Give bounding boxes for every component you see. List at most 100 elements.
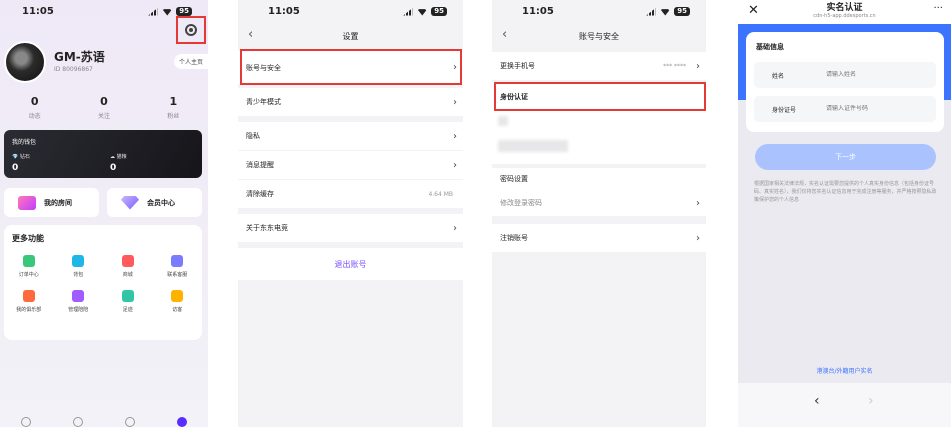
name-input[interactable] xyxy=(826,71,926,78)
stat-fans[interactable]: 1 粉丝 xyxy=(167,95,179,120)
status-time: 11:05 xyxy=(522,6,554,17)
chevron-right-icon: › xyxy=(453,130,457,142)
wifi-icon xyxy=(417,9,428,16)
function-icon xyxy=(72,290,85,302)
row-label: 注销账号 xyxy=(500,234,528,242)
function-item[interactable]: 商城 xyxy=(103,255,153,278)
my-room-label: 我的房间 xyxy=(44,198,72,207)
settings-row-clear-cache[interactable]: 清除缓存 4.64 MB xyxy=(238,180,463,208)
status-time: 11:05 xyxy=(268,6,300,17)
settings-row-about[interactable]: 关于东东电竞 › xyxy=(238,214,463,242)
bottom-tab-bar xyxy=(0,417,208,427)
avatar[interactable] xyxy=(4,41,46,83)
room-icon xyxy=(18,195,36,210)
functions-grid: 订单中心 背包 商城 联系客服我的俱乐部 管理陪陪 足迹 访客 xyxy=(4,255,202,313)
row-label: 关于东东电竞 xyxy=(246,224,288,232)
hk-foreign-link[interactable]: 港澳台/外籍用户实名 xyxy=(738,366,951,375)
back-icon[interactable]: ‹ xyxy=(814,393,820,409)
account-security-screen: 11:05 95 ‹ 账号与安全 更换手机号 *** **** › 身份认证 密码设… xyxy=(492,0,706,427)
personal-home-button[interactable]: 个人主页 xyxy=(173,54,208,69)
diamond-label-text: 钻石 xyxy=(19,154,30,160)
privacy-notice: 根据国家相关法律法规，实名认证需要您提供的个人真实身份信息（包括身份证号码、真实… xyxy=(754,181,937,203)
realname-screen: ✕ 实名认证 cdn-h5-app.ddesports.cn ··· 基础信息 … xyxy=(738,0,951,427)
blurred-row xyxy=(492,112,706,164)
stat-label: 关注 xyxy=(97,113,110,120)
forward-icon[interactable]: › xyxy=(868,393,874,409)
function-item[interactable]: 管理陪陪 xyxy=(54,290,104,313)
row-label: 修改登录密码 xyxy=(500,199,542,207)
wallet-card[interactable]: 我的钱包 💎 钻石 ☁ 猫粮 0 0 xyxy=(4,130,202,178)
more-icon[interactable]: ··· xyxy=(933,3,943,14)
highlight-box xyxy=(494,82,706,111)
function-item[interactable]: 订单中心 xyxy=(4,255,54,278)
change-phone-row[interactable]: 更换手机号 *** **** › xyxy=(492,52,706,80)
tab-home-icon[interactable] xyxy=(21,417,31,427)
settings-row-teen-mode[interactable]: 青少年模式 › xyxy=(238,88,463,116)
idcard-input[interactable] xyxy=(826,105,926,112)
logout-button[interactable]: 退出账号 xyxy=(335,259,367,270)
function-icon xyxy=(22,255,35,267)
idcard-field[interactable]: 身份证号 xyxy=(754,96,936,122)
settings-row-privacy[interactable]: 隐私 › xyxy=(238,122,463,150)
function-icon xyxy=(121,290,134,302)
diamond-label: 💎 钻石 xyxy=(12,154,30,160)
password-section-header: 密码设置 xyxy=(492,168,706,190)
page-title: 实名认证 xyxy=(826,3,863,13)
function-item[interactable]: 我的俱乐部 xyxy=(4,290,54,313)
function-label: 我的俱乐部 xyxy=(16,307,42,313)
function-item[interactable]: 联系客服 xyxy=(153,255,203,278)
webview-header: ✕ 实名认证 cdn-h5-app.ddesports.cn ··· xyxy=(738,0,951,24)
signal-icon xyxy=(403,7,414,16)
browser-nav: ‹ › xyxy=(738,383,951,427)
function-item[interactable]: 足迹 xyxy=(103,290,153,313)
stat-following[interactable]: 0 关注 xyxy=(98,95,110,120)
signal-icon xyxy=(646,7,657,16)
chevron-right-icon: › xyxy=(696,197,700,209)
function-label: 联系客服 xyxy=(167,272,188,278)
wallet-title: 我的钱包 xyxy=(12,139,37,146)
settings-row-notifications[interactable]: 消息提醒 › xyxy=(238,151,463,179)
page-title: 账号与安全 xyxy=(579,32,619,41)
signal-icon xyxy=(148,7,159,16)
diamond-icon xyxy=(121,195,139,210)
coin-value: 0 xyxy=(110,163,117,173)
function-item[interactable]: 访客 xyxy=(153,290,203,313)
row-label: 隐私 xyxy=(246,132,260,140)
cancel-account-row[interactable]: 注销账号 › xyxy=(492,224,706,252)
change-password-row[interactable]: 修改登录密码 › xyxy=(492,190,706,216)
logout-row[interactable]: 退出账号 xyxy=(238,248,463,280)
settings-button[interactable] xyxy=(176,16,206,44)
nav-bar: ‹ 账号与安全 xyxy=(492,24,706,48)
section-title: 密码设置 xyxy=(500,175,528,183)
stat-label: 动态 xyxy=(28,113,41,120)
stat-value: 0 xyxy=(30,95,39,108)
vip-center-button[interactable]: 会员中心 xyxy=(107,188,202,217)
wifi-icon xyxy=(660,9,671,16)
user-id: ID 80096867 xyxy=(54,66,93,73)
nav-bar: ‹ 设置 xyxy=(238,24,463,48)
stat-posts[interactable]: 0 动态 xyxy=(29,95,41,120)
user-name: GM-苏语 xyxy=(54,50,105,64)
phone-masked: *** **** xyxy=(663,62,686,70)
coin-label-text: 猫粮 xyxy=(116,154,127,160)
wifi-icon xyxy=(162,9,173,16)
my-room-button[interactable]: 我的房间 xyxy=(4,188,99,217)
function-label: 背包 xyxy=(73,272,84,278)
more-functions-title: 更多功能 xyxy=(12,234,44,243)
idcard-label: 身份证号 xyxy=(772,107,797,114)
page-url: cdn-h5-app.ddesports.cn xyxy=(813,13,876,19)
function-icon xyxy=(22,290,35,302)
row-label: 青少年模式 xyxy=(246,98,281,106)
tab-me-icon[interactable] xyxy=(177,417,187,427)
next-button[interactable]: 下一步 xyxy=(755,144,936,170)
function-label: 订单中心 xyxy=(18,272,39,278)
name-field[interactable]: 姓名 xyxy=(754,62,936,88)
function-label: 访客 xyxy=(172,307,183,313)
function-item[interactable]: 背包 xyxy=(54,255,104,278)
battery-icon: 95 xyxy=(431,7,447,16)
tab-discover-icon[interactable] xyxy=(73,417,83,427)
function-label: 商城 xyxy=(122,272,133,278)
tab-message-icon[interactable] xyxy=(125,417,135,427)
stats-row: 0 动态 0 关注 1 粉丝 xyxy=(0,95,208,120)
chevron-right-icon: › xyxy=(696,60,700,72)
